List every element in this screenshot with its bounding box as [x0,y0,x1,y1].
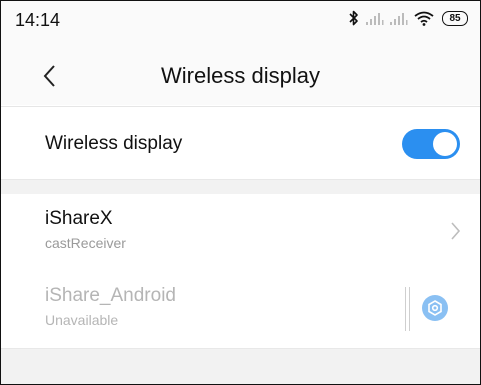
device-settings-button[interactable] [422,295,448,321]
chevron-right-icon [450,220,462,247]
bottom-area [1,348,480,384]
device-name: iShare_Android [45,285,176,306]
device-name: iShareX [45,208,113,229]
section-divider [1,179,480,195]
switch-knob [433,132,457,156]
device-subtitle: castReceiver [45,235,126,251]
status-icons: 85 [348,10,468,26]
battery-icon: 85 [442,10,468,26]
signal-icon [390,11,408,25]
vertical-divider [405,287,410,331]
bluetooth-icon [348,10,360,26]
screen: 14:14 85 Wireless display Wireless displ… [0,0,481,385]
wireless-display-toggle-row[interactable]: Wireless display [1,106,480,180]
device-subtitle: Unavailable [45,312,119,328]
device-item-ishare-android: iShare_Android Unavailable [1,271,480,347]
status-bar: 14:14 85 [1,1,480,45]
settings-gear-icon [428,300,442,316]
wireless-display-switch[interactable] [402,129,460,159]
signal-icon [366,11,384,25]
device-item-isharex[interactable]: iShareX castReceiver [1,194,480,270]
wifi-icon [414,11,434,26]
app-header: Wireless display [1,45,480,105]
page-title: Wireless display [161,63,320,88]
toggle-label: Wireless display [45,133,183,154]
status-time: 14:14 [15,10,61,30]
